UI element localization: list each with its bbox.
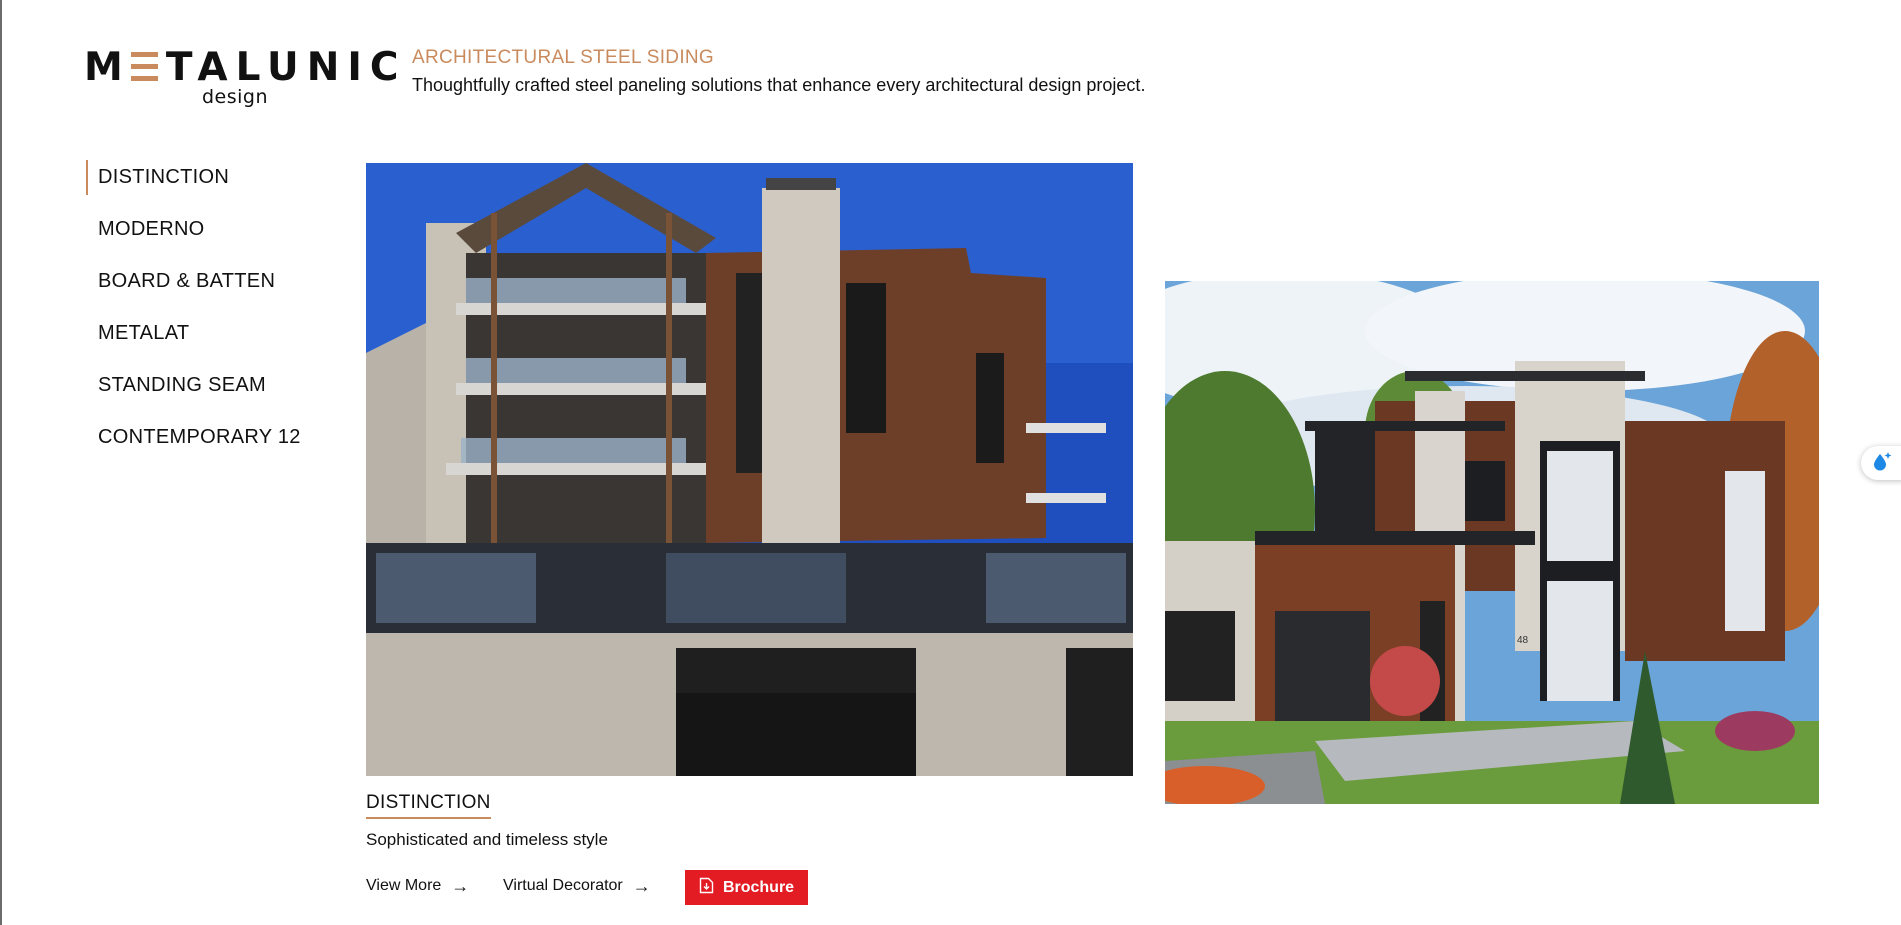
brand-logo[interactable]: M TALUNIC design	[84, 46, 398, 109]
logo-e-mark	[130, 52, 158, 81]
logo-letter-m: M	[84, 45, 131, 90]
logo-wordmark: M TALUNIC	[84, 46, 406, 90]
sidebar-item-contemporary-12[interactable]: CONTEMPORARY 12	[86, 420, 326, 472]
water-drop-icon	[1871, 450, 1893, 477]
product-secondary-image: 48	[1165, 281, 1819, 804]
virtual-decorator-label: Virtual Decorator	[503, 877, 623, 894]
page-tagline: Thoughtfully crafted steel paneling solu…	[412, 75, 1146, 95]
product-main-image	[366, 163, 1133, 776]
logo-letters: TALUNIC	[165, 45, 407, 90]
view-more-label: View More	[366, 877, 442, 894]
sidebar-item-moderno[interactable]: MODERNO	[86, 212, 326, 264]
page-title: ARCHITECTURAL STEEL SIDING	[412, 47, 714, 68]
sidebar-item-distinction[interactable]: DISTINCTION	[86, 160, 326, 212]
brochure-label: Brochure	[722, 878, 795, 896]
virtual-decorator-link[interactable]: Virtual Decorator →	[503, 877, 651, 895]
sidebar-item-metalat[interactable]: METALAT	[86, 316, 326, 368]
product-title: DISTINCTION	[366, 792, 491, 819]
arrow-right-icon: →	[451, 876, 470, 896]
product-sidebar: DISTINCTION MODERNO BOARD & BATTEN METAL…	[86, 160, 326, 472]
accessibility-widget[interactable]	[1861, 446, 1901, 480]
download-document-icon	[699, 877, 714, 899]
view-more-link[interactable]: View More →	[366, 877, 469, 895]
arrow-right-icon: →	[632, 876, 651, 896]
product-description: Sophisticated and timeless style	[366, 830, 608, 849]
sidebar-item-standing-seam[interactable]: STANDING SEAM	[86, 368, 326, 420]
sidebar-item-board-batten[interactable]: BOARD & BATTEN	[86, 264, 326, 316]
logo-subtitle: design	[202, 86, 269, 108]
house-number-text: 48	[1517, 635, 1529, 646]
window-left-border	[0, 0, 2, 925]
brochure-button[interactable]: Brochure	[685, 870, 808, 905]
